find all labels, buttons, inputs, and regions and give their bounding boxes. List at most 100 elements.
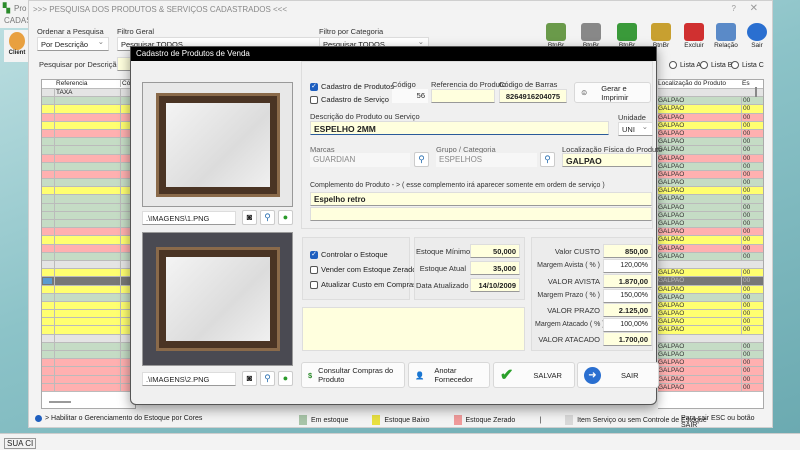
product-image-1[interactable] — [142, 82, 293, 207]
table-row[interactable]: GALPAO 00 — [658, 326, 763, 335]
col-localizacao[interactable]: Localização do Produto — [658, 80, 726, 87]
estoque-atual-field[interactable]: 35,000 — [470, 261, 520, 275]
price-field[interactable]: 150,00% — [603, 289, 652, 303]
table-row[interactable]: GALPAO 00 — [658, 162, 763, 171]
close-icon[interactable]: ✕ — [750, 3, 758, 14]
table-row[interactable] — [658, 89, 763, 98]
table-row[interactable]: GALPAO 00 — [658, 367, 763, 376]
grupo-search-icon[interactable]: ⚲ — [540, 152, 555, 167]
complemento-field-2[interactable] — [310, 207, 652, 221]
cadastro-produtos-checkbox[interactable]: ✓ Cadastro de Produtos — [310, 82, 394, 91]
grupo-field[interactable]: ESPELHOS — [436, 153, 537, 167]
table-row[interactable] — [42, 375, 135, 384]
marcas-field[interactable]: GUARDIAN — [310, 153, 410, 167]
table-row[interactable] — [42, 383, 135, 392]
table-row[interactable]: GALPAO 00 — [658, 97, 763, 106]
col-referencia[interactable]: Referencia — [56, 80, 87, 87]
table-row[interactable] — [42, 342, 135, 351]
client-button[interactable]: Client — [4, 30, 30, 62]
table-row[interactable]: GALPAO 00 — [658, 138, 763, 147]
estoque-minimo-field[interactable]: 50,000 — [470, 244, 520, 258]
search-icon[interactable]: ⚲ — [260, 371, 275, 386]
barras-field[interactable]: 8264916204075 — [499, 89, 567, 103]
color-toggle[interactable]: > Habilitar o Gerenciamento do Estoque p… — [35, 415, 202, 422]
table-row[interactable] — [42, 326, 135, 335]
table-row[interactable] — [42, 211, 135, 220]
table-row[interactable]: GALPAO 00 — [658, 129, 763, 139]
notes-memo[interactable] — [302, 307, 525, 351]
products-grid-left[interactable]: Referencia Cód TAXA2212 — [41, 79, 136, 409]
gerar-imprimir-button[interactable]: ⊜ Gerar e Imprimir — [574, 82, 651, 103]
marcas-search-icon[interactable]: ⚲ — [414, 152, 429, 167]
table-row[interactable]: GALPAO 00 — [658, 195, 763, 204]
table-row[interactable] — [658, 260, 763, 270]
sair-button[interactable]: ➜ SAIR — [577, 362, 659, 388]
table-row[interactable]: GALPAO 00 — [658, 277, 763, 286]
col-estoque[interactable]: Es — [742, 80, 750, 87]
table-row[interactable]: 2 — [42, 334, 135, 343]
table-row[interactable] — [42, 129, 135, 139]
table-row[interactable] — [42, 301, 135, 311]
table-row[interactable]: GALPAO 00 — [658, 351, 763, 360]
table-row[interactable]: GALPAO 00 — [658, 359, 763, 368]
search-icon[interactable]: ⚲ — [260, 210, 275, 225]
price-field[interactable]: 850,00 — [603, 244, 652, 258]
table-row[interactable]: GALPAO 00 — [658, 154, 763, 163]
table-row[interactable] — [42, 187, 135, 196]
table-row[interactable] — [42, 252, 135, 261]
consultar-compras-button[interactable]: $ Consultar Compras do Produto — [301, 362, 405, 388]
table-row[interactable] — [42, 113, 135, 122]
table-row[interactable] — [42, 138, 135, 147]
price-field[interactable]: 1.870,00 — [603, 274, 652, 288]
table-row[interactable] — [42, 351, 135, 360]
help-icon[interactable]: ? — [732, 4, 736, 13]
table-row[interactable] — [42, 179, 135, 188]
unidade-select[interactable]: UNI — [618, 122, 653, 136]
toolbar-button-4[interactable]: Excluir — [680, 23, 708, 49]
table-row[interactable]: GALPAO 00 — [658, 342, 763, 351]
table-row[interactable] — [42, 121, 135, 130]
radio-lista-0[interactable]: Lista A — [669, 61, 701, 69]
webcam-icon[interactable]: ◙ — [242, 210, 257, 225]
table-row[interactable]: GALPAO 00 — [658, 375, 763, 384]
table-row[interactable] — [42, 277, 135, 286]
table-row[interactable]: GALPAO 00 — [658, 285, 763, 294]
table-row[interactable] — [42, 195, 135, 204]
table-row[interactable] — [42, 310, 135, 319]
table-row[interactable] — [42, 154, 135, 163]
add-icon[interactable]: ● — [278, 210, 293, 225]
table-row[interactable] — [42, 105, 135, 114]
table-row[interactable]: TAXA2 — [42, 89, 135, 98]
table-row[interactable] — [42, 170, 135, 180]
codigo-field[interactable]: 56 — [392, 89, 428, 103]
price-field[interactable]: 100,00% — [603, 318, 652, 332]
table-row[interactable] — [42, 293, 135, 302]
table-row[interactable]: GALPAO 00 — [658, 252, 763, 261]
image2-path[interactable]: .\IMAGENS\2.PNG — [142, 372, 236, 386]
table-row[interactable] — [42, 244, 135, 253]
table-row[interactable]: GALPAO 00 — [658, 121, 763, 130]
referencia-field[interactable] — [431, 89, 495, 103]
local-field[interactable]: GALPAO — [562, 153, 652, 167]
table-row[interactable]: GALPAO 00 — [658, 310, 763, 319]
table-row[interactable]: GALPAO 00 — [658, 187, 763, 196]
table-row[interactable] — [42, 367, 135, 376]
table-row[interactable]: GALPAO 00 — [658, 301, 763, 311]
table-row[interactable]: GALPAO 00 — [658, 179, 763, 188]
table-row[interactable] — [42, 318, 135, 327]
table-row[interactable]: GALPAO 00 — [658, 203, 763, 212]
table-row[interactable]: GALPAO 00 — [658, 228, 763, 237]
table-row[interactable]: 1 — [42, 269, 135, 278]
table-row[interactable] — [42, 228, 135, 237]
data-field[interactable]: 14/10/2009 — [470, 278, 520, 292]
table-row[interactable] — [42, 359, 135, 368]
product-image-2[interactable] — [142, 232, 293, 366]
price-field[interactable]: 2.125,00 — [603, 303, 652, 317]
table-row[interactable]: GALPAO 00 — [658, 220, 763, 229]
cadastro-servico-checkbox[interactable]: Cadastro de Serviço — [310, 95, 389, 104]
table-row[interactable]: GALPAO 00 — [658, 105, 763, 114]
complemento-field-1[interactable]: Espelho retro — [310, 192, 652, 206]
price-field[interactable]: 120,00% — [603, 259, 652, 273]
table-row[interactable]: GALPAO 00 — [658, 269, 763, 278]
table-row[interactable] — [658, 334, 763, 343]
